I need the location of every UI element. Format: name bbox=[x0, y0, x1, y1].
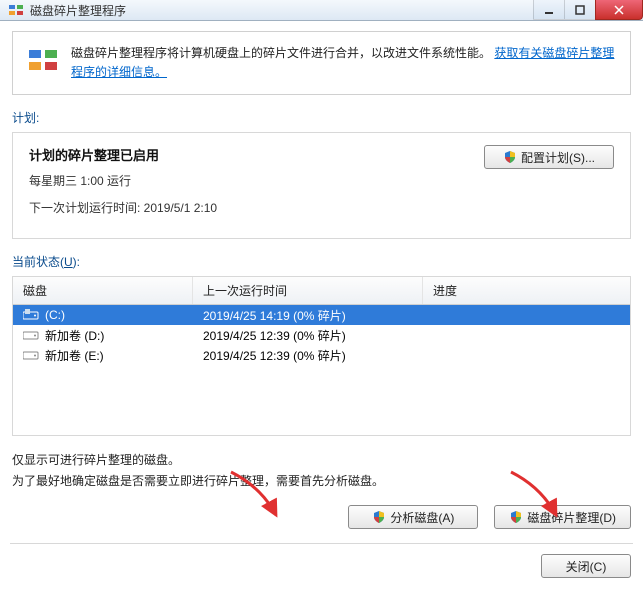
status-section-label: 当前状态(U): bbox=[12, 253, 631, 270]
window-controls bbox=[534, 0, 643, 20]
configure-schedule-label: 配置计划(S)... bbox=[521, 149, 595, 166]
close-window-button[interactable] bbox=[595, 0, 643, 20]
maximize-button[interactable] bbox=[564, 0, 596, 20]
disk-last-run: 2019/4/25 14:19 (0% 碎片) bbox=[193, 307, 423, 324]
footer-line-1: 仅显示可进行碎片整理的磁盘。 bbox=[12, 450, 631, 470]
plan-panel: 计划的碎片整理已启用 每星期三 1:00 运行 下一次计划运行时间: 2019/… bbox=[12, 132, 631, 239]
analyze-disk-label: 分析磁盘(A) bbox=[390, 509, 454, 526]
disk-name: 新加卷 (E:) bbox=[45, 347, 104, 364]
disk-last-run: 2019/4/25 12:39 (0% 碎片) bbox=[193, 327, 423, 344]
plan-next-run: 下一次计划运行时间: 2019/5/1 2:10 bbox=[29, 199, 464, 216]
table-header: 磁盘 上一次运行时间 进度 bbox=[13, 277, 630, 305]
drive-icon bbox=[23, 349, 39, 361]
action-row: 分析磁盘(A) 磁盘碎片整理(D) bbox=[12, 505, 631, 529]
table-row[interactable]: 新加卷 (D:) 2019/4/25 12:39 (0% 碎片) bbox=[13, 325, 630, 345]
close-button[interactable]: 关闭(C) bbox=[541, 554, 631, 578]
defragment-disk-label: 磁盘碎片整理(D) bbox=[527, 509, 616, 526]
shield-icon bbox=[503, 150, 517, 164]
disk-table: 磁盘 上一次运行时间 进度 (C:) 2019/4/25 14:19 (0% 碎片… bbox=[12, 276, 631, 436]
footer-line-2: 为了最好地确定磁盘是否需要立即进行碎片整理，需要首先分析磁盘。 bbox=[12, 471, 631, 491]
close-button-label: 关闭(C) bbox=[566, 558, 607, 575]
table-row[interactable]: (C:) 2019/4/25 14:19 (0% 碎片) bbox=[13, 305, 630, 325]
disk-last-run: 2019/4/25 12:39 (0% 碎片) bbox=[193, 347, 423, 364]
minimize-button[interactable] bbox=[533, 0, 565, 20]
info-banner: 磁盘碎片整理程序将计算机硬盘上的碎片文件进行合并，以改进文件系统性能。 获取有关… bbox=[12, 31, 631, 95]
plan-title: 计划的碎片整理已启用 bbox=[29, 145, 464, 164]
divider bbox=[10, 543, 633, 544]
table-body: (C:) 2019/4/25 14:19 (0% 碎片) 新加卷 (D:) 2019/… bbox=[13, 305, 630, 365]
content-area: 磁盘碎片整理程序将计算机硬盘上的碎片文件进行合并，以改进文件系统性能。 获取有关… bbox=[0, 21, 643, 590]
plan-info: 计划的碎片整理已启用 每星期三 1:00 运行 下一次计划运行时间: 2019/… bbox=[29, 145, 464, 226]
defrag-icon bbox=[27, 44, 59, 76]
analyze-disk-button[interactable]: 分析磁盘(A) bbox=[348, 505, 478, 529]
shield-icon bbox=[509, 510, 523, 524]
disk-name: (C:) bbox=[45, 308, 65, 322]
col-progress[interactable]: 进度 bbox=[423, 277, 630, 304]
disk-name: 新加卷 (D:) bbox=[45, 327, 104, 344]
footer-notes: 仅显示可进行碎片整理的磁盘。 为了最好地确定磁盘是否需要立即进行碎片整理，需要首… bbox=[12, 450, 631, 491]
plan-section-label: 计划: bbox=[12, 109, 631, 126]
info-text: 磁盘碎片整理程序将计算机硬盘上的碎片文件进行合并，以改进文件系统性能。 获取有关… bbox=[71, 44, 616, 82]
configure-schedule-button[interactable]: 配置计划(S)... bbox=[484, 145, 614, 169]
close-row: 关闭(C) bbox=[12, 554, 631, 578]
window-title: 磁盘碎片整理程序 bbox=[30, 2, 534, 19]
table-row[interactable]: 新加卷 (E:) 2019/4/25 12:39 (0% 碎片) bbox=[13, 345, 630, 365]
col-last-run[interactable]: 上一次运行时间 bbox=[193, 277, 423, 304]
disk-defragmenter-window: 磁盘碎片整理程序 磁盘碎片整理程序将计算机硬盘上的碎片文件进行合并，以改进文件系… bbox=[0, 0, 643, 568]
app-icon bbox=[8, 2, 24, 18]
col-disk[interactable]: 磁盘 bbox=[13, 277, 193, 304]
shield-icon bbox=[372, 510, 386, 524]
titlebar: 磁盘碎片整理程序 bbox=[0, 0, 643, 21]
drive-icon bbox=[23, 329, 39, 341]
plan-schedule: 每星期三 1:00 运行 bbox=[29, 172, 464, 189]
drive-icon bbox=[23, 309, 39, 321]
defragment-disk-button[interactable]: 磁盘碎片整理(D) bbox=[494, 505, 631, 529]
info-description: 磁盘碎片整理程序将计算机硬盘上的碎片文件进行合并，以改进文件系统性能。 bbox=[71, 46, 491, 60]
